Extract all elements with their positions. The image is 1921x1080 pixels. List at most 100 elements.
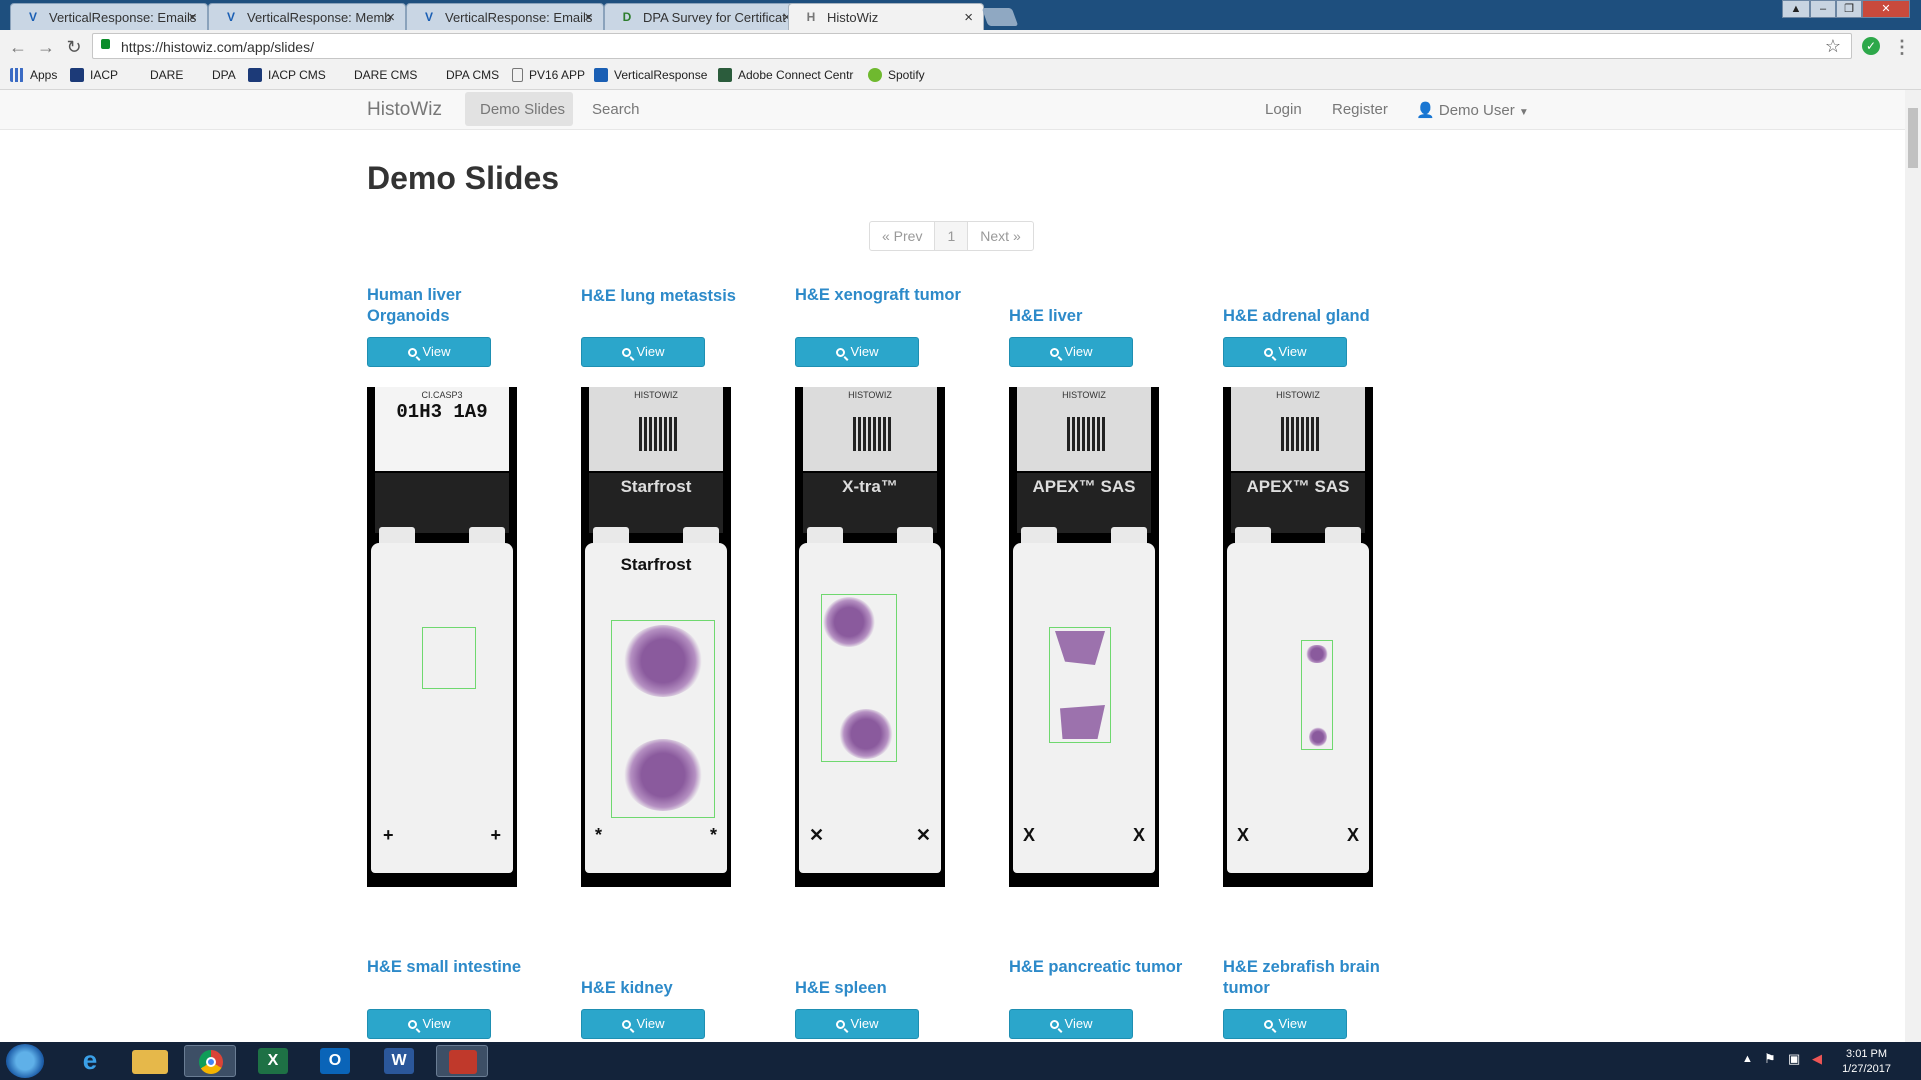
- view-button[interactable]: View: [581, 337, 705, 367]
- slide-thumbnail[interactable]: HISTOWIZ Starfrost Starfrost * *: [581, 387, 731, 887]
- adobe-connect-icon: [718, 68, 732, 82]
- nav-user-menu[interactable]: 👤 Demo User ▼: [1416, 101, 1529, 119]
- survey-icon: D: [622, 10, 632, 24]
- excel-icon[interactable]: X: [258, 1048, 288, 1074]
- pager-next[interactable]: Next »: [968, 222, 1032, 250]
- slide-thumbnail[interactable]: HISTOWIZ X-tra™ ✕ ✕: [795, 387, 945, 887]
- slide-thumbnail[interactable]: CI.CASP3 01H3 1A9 + +: [367, 387, 517, 887]
- maximize-icon[interactable]: ❐: [1836, 0, 1862, 18]
- slide-title[interactable]: H&E pancreatic tumor: [1009, 957, 1189, 978]
- search-icon: [621, 348, 631, 357]
- tab-verticalresponse-members[interactable]: V VerticalResponse: Memb ×: [208, 3, 406, 30]
- flag-icon[interactable]: ⚑: [1764, 1051, 1776, 1067]
- page-scrollbar[interactable]: [1905, 90, 1921, 1042]
- tab-verticalresponse-emails[interactable]: V VerticalResponse: Emails ×: [10, 3, 208, 30]
- nav-login[interactable]: Login: [1265, 101, 1302, 118]
- internet-explorer-icon[interactable]: e: [64, 1045, 116, 1077]
- slide-title[interactable]: H&E spleen: [795, 978, 975, 999]
- bookmark-dare[interactable]: DARE: [150, 68, 183, 82]
- slide-title[interactable]: H&E liver: [1009, 306, 1189, 327]
- view-button[interactable]: View: [1009, 337, 1133, 367]
- new-tab-button[interactable]: [981, 8, 1019, 26]
- nav-demo-slides[interactable]: Demo Slides: [480, 101, 565, 118]
- slide-title[interactable]: H&E small intestine: [367, 957, 547, 978]
- bookmark-apps[interactable]: Apps: [10, 68, 57, 82]
- search-icon: [1263, 1020, 1273, 1029]
- url-text: https://histowiz.com/app/slides/: [121, 39, 314, 55]
- bookmark-iacp-cms[interactable]: IACP CMS: [248, 68, 326, 82]
- user-icon: 👤: [1416, 102, 1435, 119]
- slide-title[interactable]: Human liver Organoids: [367, 285, 547, 327]
- close-icon[interactable]: ×: [188, 9, 197, 26]
- bookmark-dpa-cms[interactable]: DPA CMS: [446, 68, 499, 82]
- view-button[interactable]: View: [367, 1009, 491, 1039]
- file-explorer-icon[interactable]: [132, 1050, 168, 1074]
- bookmark-pv16-app[interactable]: PV16 APP: [512, 68, 585, 82]
- scrollbar-thumb[interactable]: [1908, 108, 1918, 168]
- slide-title[interactable]: H&E xenograft tumor: [795, 285, 975, 306]
- view-button[interactable]: View: [1223, 337, 1347, 367]
- bookmark-dpa[interactable]: DPA: [212, 68, 236, 82]
- view-button[interactable]: View: [795, 337, 919, 367]
- browser-tab-strip: V VerticalResponse: Emails × V VerticalResp…: [0, 0, 1921, 31]
- tab-verticalresponse-emails-2[interactable]: V VerticalResponse: Emails ×: [406, 3, 604, 30]
- close-icon[interactable]: ×: [584, 9, 593, 26]
- slide-title[interactable]: H&E kidney: [581, 978, 761, 999]
- menu-icon[interactable]: ⋮: [1892, 37, 1912, 58]
- outlook-icon[interactable]: O: [320, 1048, 350, 1074]
- view-button[interactable]: View: [367, 337, 491, 367]
- apps-icon: [10, 68, 24, 82]
- slide-title[interactable]: H&E lung metastsis: [581, 286, 761, 307]
- acrobat-icon[interactable]: [436, 1045, 488, 1077]
- reload-icon[interactable]: ↻: [64, 37, 84, 58]
- slide-thumbnail[interactable]: HISTOWIZ APEX™ SAS X X: [1223, 387, 1373, 887]
- nav-register[interactable]: Register: [1332, 101, 1388, 118]
- system-clock[interactable]: 3:01 PM 1/27/2017: [1842, 1047, 1891, 1077]
- close-icon[interactable]: ×: [964, 9, 973, 26]
- tab-label: DPA Survey for Certificat: [643, 10, 786, 25]
- bookmark-dare-cms[interactable]: DARE CMS: [354, 68, 417, 82]
- bookmark-star-icon[interactable]: ☆: [1825, 36, 1841, 57]
- slide-thumbnail[interactable]: HISTOWIZ APEX™ SAS X X: [1009, 387, 1159, 887]
- forward-icon[interactable]: →: [36, 37, 56, 58]
- pagination: « Prev 1 Next »: [869, 221, 1034, 251]
- start-button[interactable]: [6, 1044, 44, 1078]
- bookmark-iacp[interactable]: IACP: [70, 68, 118, 82]
- tab-histowiz[interactable]: H HistoWiz ×: [788, 3, 984, 31]
- bookmark-adobe-connect[interactable]: Adobe Connect Centr: [718, 68, 853, 82]
- view-button[interactable]: View: [795, 1009, 919, 1039]
- view-button[interactable]: View: [1223, 1009, 1347, 1039]
- search-icon: [407, 1020, 417, 1029]
- search-icon: [1049, 1020, 1059, 1029]
- word-icon[interactable]: W: [384, 1048, 414, 1074]
- tray-arrow-icon[interactable]: ▲: [1742, 1053, 1753, 1065]
- user-icon[interactable]: ▲: [1782, 0, 1810, 18]
- nav-search[interactable]: Search: [592, 101, 640, 118]
- view-button[interactable]: View: [581, 1009, 705, 1039]
- extension-check-icon[interactable]: ✓: [1862, 37, 1880, 55]
- page-title: Demo Slides: [367, 160, 560, 196]
- brand-logo[interactable]: HistoWiz: [367, 99, 442, 121]
- slide-title[interactable]: H&E adrenal gland: [1223, 306, 1423, 327]
- pager-current[interactable]: 1: [935, 222, 969, 250]
- slide-title[interactable]: H&E zebrafish brain tumor: [1223, 957, 1403, 999]
- verticalresponse-icon: V: [28, 10, 37, 24]
- search-icon: [621, 1020, 631, 1029]
- close-icon[interactable]: ×: [386, 9, 395, 26]
- pager-prev[interactable]: « Prev: [870, 222, 936, 250]
- search-icon: [835, 1020, 845, 1029]
- volume-icon[interactable]: ◀: [1812, 1051, 1822, 1067]
- window-close-icon[interactable]: ✕: [1862, 0, 1910, 18]
- address-bar[interactable]: https://histowiz.com/app/slides/ ☆: [92, 33, 1852, 59]
- verticalresponse-icon: V: [226, 10, 235, 24]
- bookmarks-bar: Apps IACP DARE DPA IACP CMS DARE CMS DPA…: [0, 64, 1921, 90]
- back-icon[interactable]: ←: [8, 37, 28, 58]
- minimize-icon[interactable]: –: [1810, 0, 1836, 18]
- tab-dpa-survey[interactable]: D DPA Survey for Certificat ×: [604, 3, 802, 30]
- chrome-icon[interactable]: [184, 1045, 236, 1077]
- view-button[interactable]: View: [1009, 1009, 1133, 1039]
- tab-label: VerticalResponse: Emails: [445, 10, 593, 25]
- bookmark-spotify[interactable]: Spotify: [868, 68, 925, 82]
- network-icon[interactable]: ▣: [1788, 1051, 1800, 1067]
- bookmark-verticalresponse[interactable]: VerticalResponse: [594, 68, 707, 82]
